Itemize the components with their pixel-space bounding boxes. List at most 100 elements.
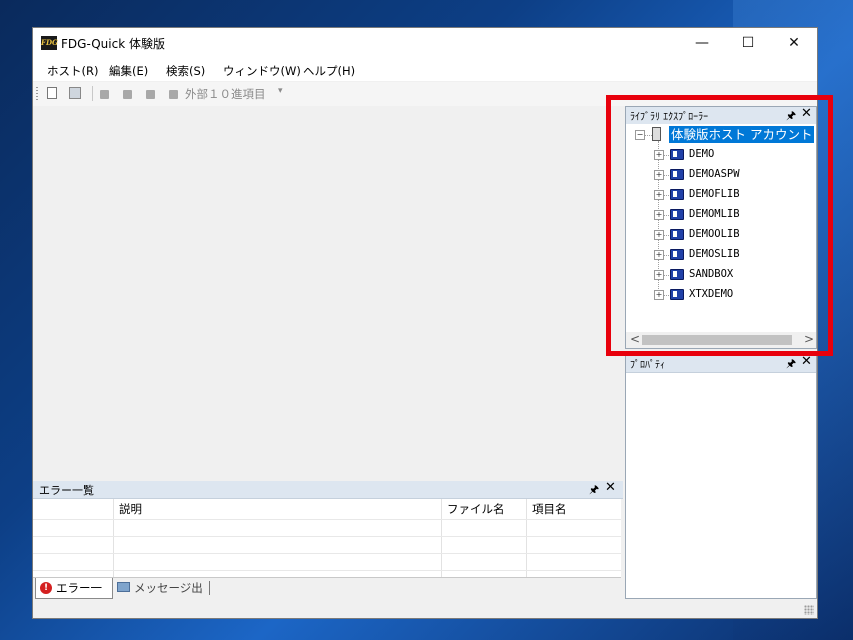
- properties-header: ﾌﾟﾛﾊﾟﾃｨ 🖈 ✕: [626, 354, 816, 374]
- save-icon[interactable]: [69, 87, 81, 99]
- library-icon: [670, 289, 684, 300]
- menu-search[interactable]: 検索(S): [166, 63, 205, 79]
- tree-connector: [664, 155, 669, 156]
- tree-node-library[interactable]: + XTXDEMO: [626, 286, 816, 304]
- menu-help[interactable]: ヘルプ(H): [303, 63, 355, 79]
- library-explorer-header: ﾗｲﾌﾞﾗﾘ ｴｸｽﾌﾟﾛｰﾗｰ 🖈 ✕: [626, 106, 816, 125]
- fdg-app-icon: FDG: [41, 36, 58, 50]
- tree-connector: [664, 295, 669, 296]
- library-explorer-title: ﾗｲﾌﾞﾗﾘ ｴｸｽﾌﾟﾛｰﾗｰ: [630, 112, 709, 123]
- status-bar: [33, 599, 817, 618]
- properties-panel: ﾌﾟﾛﾊﾟﾃｨ 🖈 ✕: [625, 354, 817, 599]
- properties-close-icon[interactable]: ✕: [801, 354, 812, 369]
- tab-error-list[interactable]: ! エラー一覧: [35, 578, 113, 615]
- library-tree: − 体験版ホスト アカウント + DEMO + DEMOASPW + DEMOFLIB + D…: [626, 124, 816, 332]
- toolbar-separator: [92, 86, 93, 101]
- document-area: [33, 106, 623, 481]
- column-divider: [113, 499, 114, 577]
- tree-node-library[interactable]: + SANDBOX: [626, 266, 816, 284]
- tab-message-output[interactable]: メッセージ出力: [114, 578, 214, 615]
- error-list-header: エラー一覧 🖈 ✕: [33, 480, 623, 500]
- library-label: DEMOMLIB: [689, 208, 740, 220]
- toolbar-grip[interactable]: [36, 87, 38, 101]
- column-divider: [526, 499, 527, 577]
- tree-connector: [664, 195, 669, 196]
- tree-node-library[interactable]: + DEMOMLIB: [626, 206, 816, 224]
- column-header-filename[interactable]: ファイル名: [447, 501, 505, 517]
- toolbar-button-1-icon[interactable]: [100, 90, 109, 99]
- menu-edit[interactable]: 編集(E): [109, 63, 148, 79]
- library-icon: [670, 149, 684, 160]
- expand-icon[interactable]: +: [654, 190, 664, 200]
- right-dock: ﾗｲﾌﾞﾗﾘ ｴｸｽﾌﾟﾛｰﾗｰ 🖈 ✕ − 体験版ホスト アカウント + DEM…: [625, 106, 817, 599]
- collapse-icon[interactable]: −: [635, 130, 645, 140]
- maximize-button[interactable]: ☐: [725, 28, 771, 59]
- library-explorer-close-icon[interactable]: ✕: [801, 106, 812, 121]
- minimize-button[interactable]: —: [679, 28, 725, 59]
- tree-root-host[interactable]: 体験版ホスト アカウント: [669, 126, 815, 143]
- pin-icon[interactable]: 🖈: [589, 481, 599, 500]
- tree-node-library[interactable]: + DEMO: [626, 146, 816, 164]
- expand-icon[interactable]: +: [654, 230, 664, 240]
- expand-icon[interactable]: +: [654, 210, 664, 220]
- column-header-itemname[interactable]: 項目名: [532, 501, 567, 517]
- expand-icon[interactable]: +: [654, 150, 664, 160]
- column-header-description[interactable]: 説明: [119, 501, 142, 517]
- scroll-left-icon[interactable]: <: [630, 332, 640, 346]
- error-table: 説明 ファイル名 項目名: [33, 499, 621, 577]
- error-list-panel: エラー一覧 🖈 ✕ 説明 ファイル名 項目名 ! エラー一覧 メッセージ出力: [33, 480, 623, 615]
- tree-connector: [664, 275, 669, 276]
- table-row: [33, 519, 621, 520]
- menu-window[interactable]: ウィンドウ(W): [223, 63, 301, 79]
- expand-icon[interactable]: +: [654, 290, 664, 300]
- library-explorer-panel: ﾗｲﾌﾞﾗﾘ ｴｸｽﾌﾟﾛｰﾗｰ 🖈 ✕ − 体験版ホスト アカウント + DEM…: [625, 106, 817, 349]
- library-icon: [670, 189, 684, 200]
- toolbar: 外部１０進項目 ▾: [33, 82, 817, 106]
- library-icon: [670, 229, 684, 240]
- toolbar-button-3-icon[interactable]: [146, 90, 155, 99]
- close-button[interactable]: ✕: [771, 28, 817, 59]
- error-icon: !: [40, 582, 52, 594]
- toolbar-button-4-icon[interactable]: [169, 90, 178, 99]
- scrollbar-thumb[interactable]: [642, 335, 792, 345]
- horizontal-scrollbar[interactable]: < >: [626, 332, 816, 348]
- library-label: DEMOSLIB: [689, 248, 740, 260]
- table-row: [33, 570, 621, 571]
- library-label: SANDBOX: [689, 268, 734, 280]
- tree-connector: [664, 215, 669, 216]
- expand-icon[interactable]: +: [654, 250, 664, 260]
- tab-separator: [209, 581, 210, 595]
- table-row: [33, 553, 621, 554]
- error-list-title: エラー一覧: [39, 484, 94, 497]
- tree-node-library[interactable]: + DEMOOLIB: [626, 226, 816, 244]
- tree-node-library[interactable]: + DEMOSLIB: [626, 246, 816, 264]
- table-row: [33, 536, 621, 537]
- menu-bar: ホスト(R) 編集(E) 検索(S) ウィンドウ(W) ヘルプ(H): [33, 59, 817, 81]
- monitor-icon: [117, 582, 130, 592]
- toolbar-button-2-icon[interactable]: [123, 90, 132, 99]
- host-icon: [652, 127, 661, 141]
- external-decimal-items-label[interactable]: 外部１０進項目: [185, 86, 266, 102]
- app-window: FDG FDG-Quick 体験版 — ☐ ✕ ホスト(R) 編集(E) 検索(…: [32, 27, 818, 619]
- column-divider: [441, 499, 442, 577]
- new-file-icon[interactable]: [47, 87, 57, 99]
- library-label: DEMOFLIB: [689, 188, 740, 200]
- properties-title: ﾌﾟﾛﾊﾟﾃｨ: [630, 360, 665, 371]
- expand-icon[interactable]: +: [654, 170, 664, 180]
- resize-grip-icon[interactable]: [804, 605, 814, 615]
- tree-node-library[interactable]: + DEMOASPW: [626, 166, 816, 184]
- scroll-right-icon[interactable]: >: [804, 332, 814, 346]
- error-panel-tabs: ! エラー一覧 メッセージ出力: [33, 577, 621, 615]
- error-panel-close-icon[interactable]: ✕: [605, 480, 616, 495]
- tree-connector: [664, 235, 669, 236]
- title-bar: FDG FDG-Quick 体験版 — ☐ ✕: [33, 28, 817, 59]
- toolbar-dropdown-icon[interactable]: ▾: [278, 86, 283, 96]
- menu-host[interactable]: ホスト(R): [47, 63, 98, 79]
- library-label: DEMOASPW: [689, 168, 740, 180]
- library-label: DEMOOLIB: [689, 228, 740, 240]
- tree-node-library[interactable]: + DEMOFLIB: [626, 186, 816, 204]
- library-icon: [670, 209, 684, 220]
- library-icon: [670, 169, 684, 180]
- expand-icon[interactable]: +: [654, 270, 664, 280]
- pin-icon[interactable]: 🖈: [786, 355, 796, 374]
